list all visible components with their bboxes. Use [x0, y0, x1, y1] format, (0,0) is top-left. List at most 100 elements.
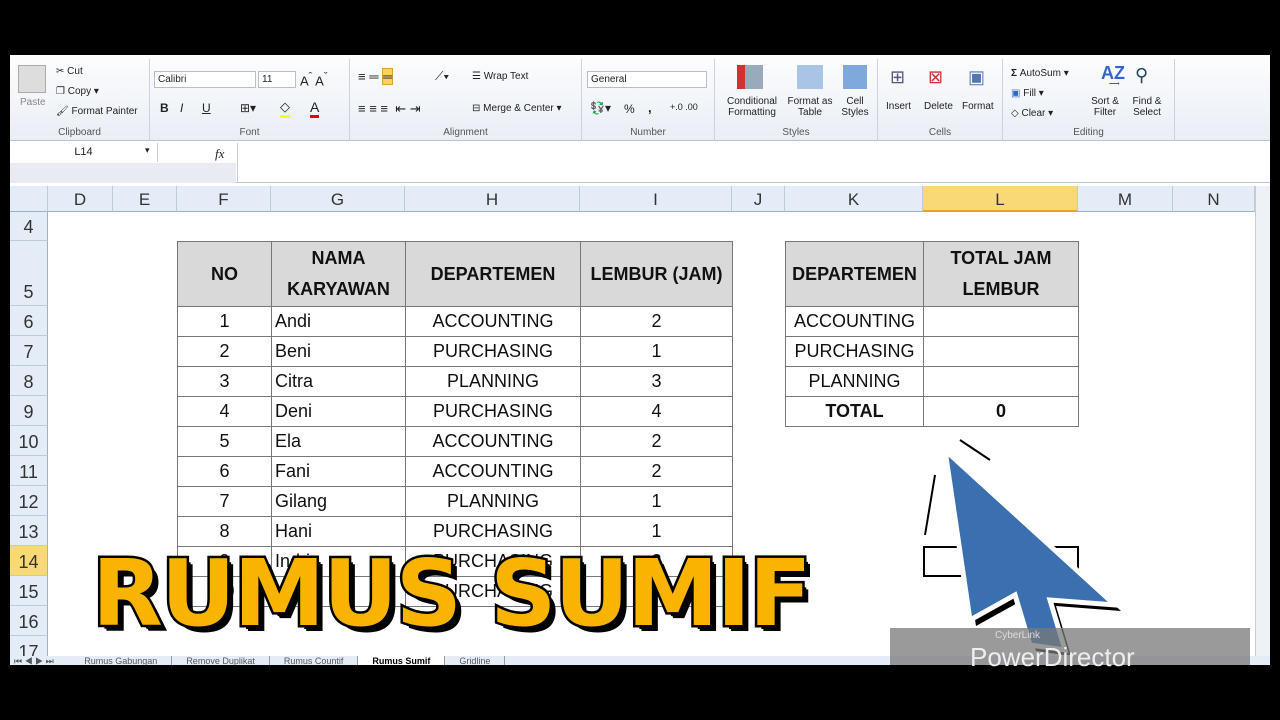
table1-cell[interactable]: 3: [580, 366, 733, 397]
merge-center-button[interactable]: ⊟ Merge & Center ▾: [472, 103, 562, 114]
name-box[interactable]: L14: [10, 143, 158, 162]
comma-button[interactable]: ,: [648, 100, 652, 115]
cut-button[interactable]: ✂ Cut: [56, 66, 83, 77]
sheet-tab[interactable]: Rumus Gabungan: [70, 656, 173, 665]
table1-cell[interactable]: 2: [177, 336, 272, 367]
column-header-F[interactable]: F: [177, 186, 271, 212]
column-header-J[interactable]: J: [732, 186, 785, 212]
row-header-16[interactable]: 16: [10, 606, 48, 636]
table1-cell[interactable]: Ela: [271, 426, 406, 457]
clear-button[interactable]: ◇ Clear ▾: [1011, 108, 1053, 119]
row-header-14[interactable]: 14: [10, 546, 48, 576]
table1-cell[interactable]: 4: [177, 396, 272, 427]
table1-header[interactable]: NO: [177, 241, 272, 307]
border-icon[interactable]: ⊞▾: [240, 101, 256, 115]
font-color-icon[interactable]: A: [310, 99, 320, 118]
format-button[interactable]: Format: [962, 101, 994, 112]
table2-cell[interactable]: ACCOUNTING: [785, 306, 924, 337]
percent-button[interactable]: %: [624, 102, 635, 116]
wrap-text-button[interactable]: ☰ Wrap Text: [472, 71, 528, 82]
column-header-E[interactable]: E: [113, 186, 177, 212]
table2-total-label[interactable]: TOTAL: [785, 396, 924, 427]
underline-button[interactable]: U: [202, 101, 211, 115]
table2-header[interactable]: TOTAL JAM LEMBUR: [923, 241, 1079, 307]
autosum-button[interactable]: Σ AutoSum ▾: [1011, 68, 1069, 79]
table2-cell[interactable]: PURCHASING: [785, 336, 924, 367]
table1-cell[interactable]: ACCOUNTING: [405, 456, 581, 487]
insert-button[interactable]: Insert: [886, 101, 911, 112]
table1-cell[interactable]: 2: [580, 456, 733, 487]
align-top-icon[interactable]: ≡ ═ ═: [358, 68, 394, 85]
delete-button[interactable]: Delete: [924, 101, 953, 112]
row-header-8[interactable]: 8: [10, 366, 48, 396]
sheet-tab[interactable]: Rumus Countif: [269, 656, 359, 665]
fill-button[interactable]: ▣ Fill ▾: [1011, 88, 1044, 99]
row-header-17[interactable]: 17: [10, 636, 48, 656]
table1-cell[interactable]: PLANNING: [405, 366, 581, 397]
row-header-6[interactable]: 6: [10, 306, 48, 336]
column-header-D[interactable]: D: [48, 186, 113, 212]
row-header-9[interactable]: 9: [10, 396, 48, 426]
table2-cell[interactable]: PLANNING: [785, 366, 924, 397]
column-header-M[interactable]: M: [1078, 186, 1173, 212]
column-header-K[interactable]: K: [785, 186, 923, 212]
row-header-13[interactable]: 13: [10, 516, 48, 546]
table1-cell[interactable]: PURCHASING: [405, 336, 581, 367]
format-as-table-button[interactable]: Format as Table: [785, 96, 835, 118]
name-box-dropdown-icon[interactable]: ▾: [145, 145, 150, 156]
fill-color-icon[interactable]: ◇: [280, 99, 290, 118]
sheet-tab[interactable]: Remove Duplikat: [172, 656, 270, 665]
table1-header[interactable]: DEPARTEMEN: [405, 241, 581, 307]
row-header-10[interactable]: 10: [10, 426, 48, 456]
table1-cell[interactable]: 1: [580, 486, 733, 517]
column-header-G[interactable]: G: [271, 186, 405, 212]
table2-header[interactable]: DEPARTEMEN: [785, 241, 924, 307]
italic-button[interactable]: I: [180, 101, 183, 115]
table1-cell[interactable]: PURCHASING: [405, 396, 581, 427]
table1-header[interactable]: NAMA KARYAWAN: [271, 241, 406, 307]
table1-cell[interactable]: ACCOUNTING: [405, 306, 581, 337]
number-format-select[interactable]: General: [587, 71, 707, 88]
paste-icon[interactable]: [18, 65, 46, 93]
table1-cell[interactable]: ACCOUNTING: [405, 426, 581, 457]
find-select-button[interactable]: Find & Select: [1127, 96, 1167, 118]
column-header-I[interactable]: I: [580, 186, 732, 212]
table1-cell[interactable]: Citra: [271, 366, 406, 397]
table1-cell[interactable]: Andi: [271, 306, 406, 337]
table1-cell[interactable]: 4: [580, 396, 733, 427]
column-header-L[interactable]: L: [923, 186, 1078, 212]
row-header-7[interactable]: 7: [10, 336, 48, 366]
row-header-12[interactable]: 12: [10, 486, 48, 516]
table1-cell[interactable]: 6: [177, 456, 272, 487]
format-painter-button[interactable]: 🖌 Format Painter: [56, 106, 138, 117]
table1-cell[interactable]: 5: [177, 426, 272, 457]
row-header-4[interactable]: 4: [10, 212, 48, 241]
orientation-icon[interactable]: ⟋▾: [435, 69, 449, 84]
table1-cell[interactable]: 2: [580, 306, 733, 337]
font-name-select[interactable]: Calibri: [154, 71, 256, 88]
cell-styles-button[interactable]: Cell Styles: [837, 96, 873, 118]
decimal-icon[interactable]: +.0 .00: [670, 102, 698, 112]
currency-icon[interactable]: 💱▾: [590, 101, 611, 115]
table1-cell[interactable]: 7: [177, 486, 272, 517]
conditional-formatting-button[interactable]: Conditional Formatting: [719, 96, 785, 118]
font-size-select[interactable]: 11: [258, 71, 296, 88]
table1-cell[interactable]: Gilang: [271, 486, 406, 517]
table1-cell[interactable]: 1: [177, 306, 272, 337]
table1-cell[interactable]: 1: [580, 336, 733, 367]
column-header-H[interactable]: H: [405, 186, 580, 212]
table1-cell[interactable]: Fani: [271, 456, 406, 487]
formula-input[interactable]: [237, 143, 1252, 183]
sheet-tab[interactable]: Rumus Sumif: [358, 656, 446, 665]
fx-button[interactable]: fx: [215, 146, 224, 162]
align-left-icon[interactable]: ≡ ≡ ≡ ⇤ ⇥: [358, 101, 421, 117]
table2-cell[interactable]: [923, 366, 1079, 397]
sheet-tab[interactable]: Gridline: [445, 656, 506, 665]
grow-font-icon[interactable]: Aˆ Aˇ: [300, 71, 327, 88]
paste-button[interactable]: Paste: [20, 97, 46, 108]
table1-cell[interactable]: Beni: [271, 336, 406, 367]
bold-button[interactable]: B: [160, 101, 169, 115]
column-header-N[interactable]: N: [1173, 186, 1255, 212]
row-header-5[interactable]: 5: [10, 241, 48, 306]
table1-cell[interactable]: Deni: [271, 396, 406, 427]
